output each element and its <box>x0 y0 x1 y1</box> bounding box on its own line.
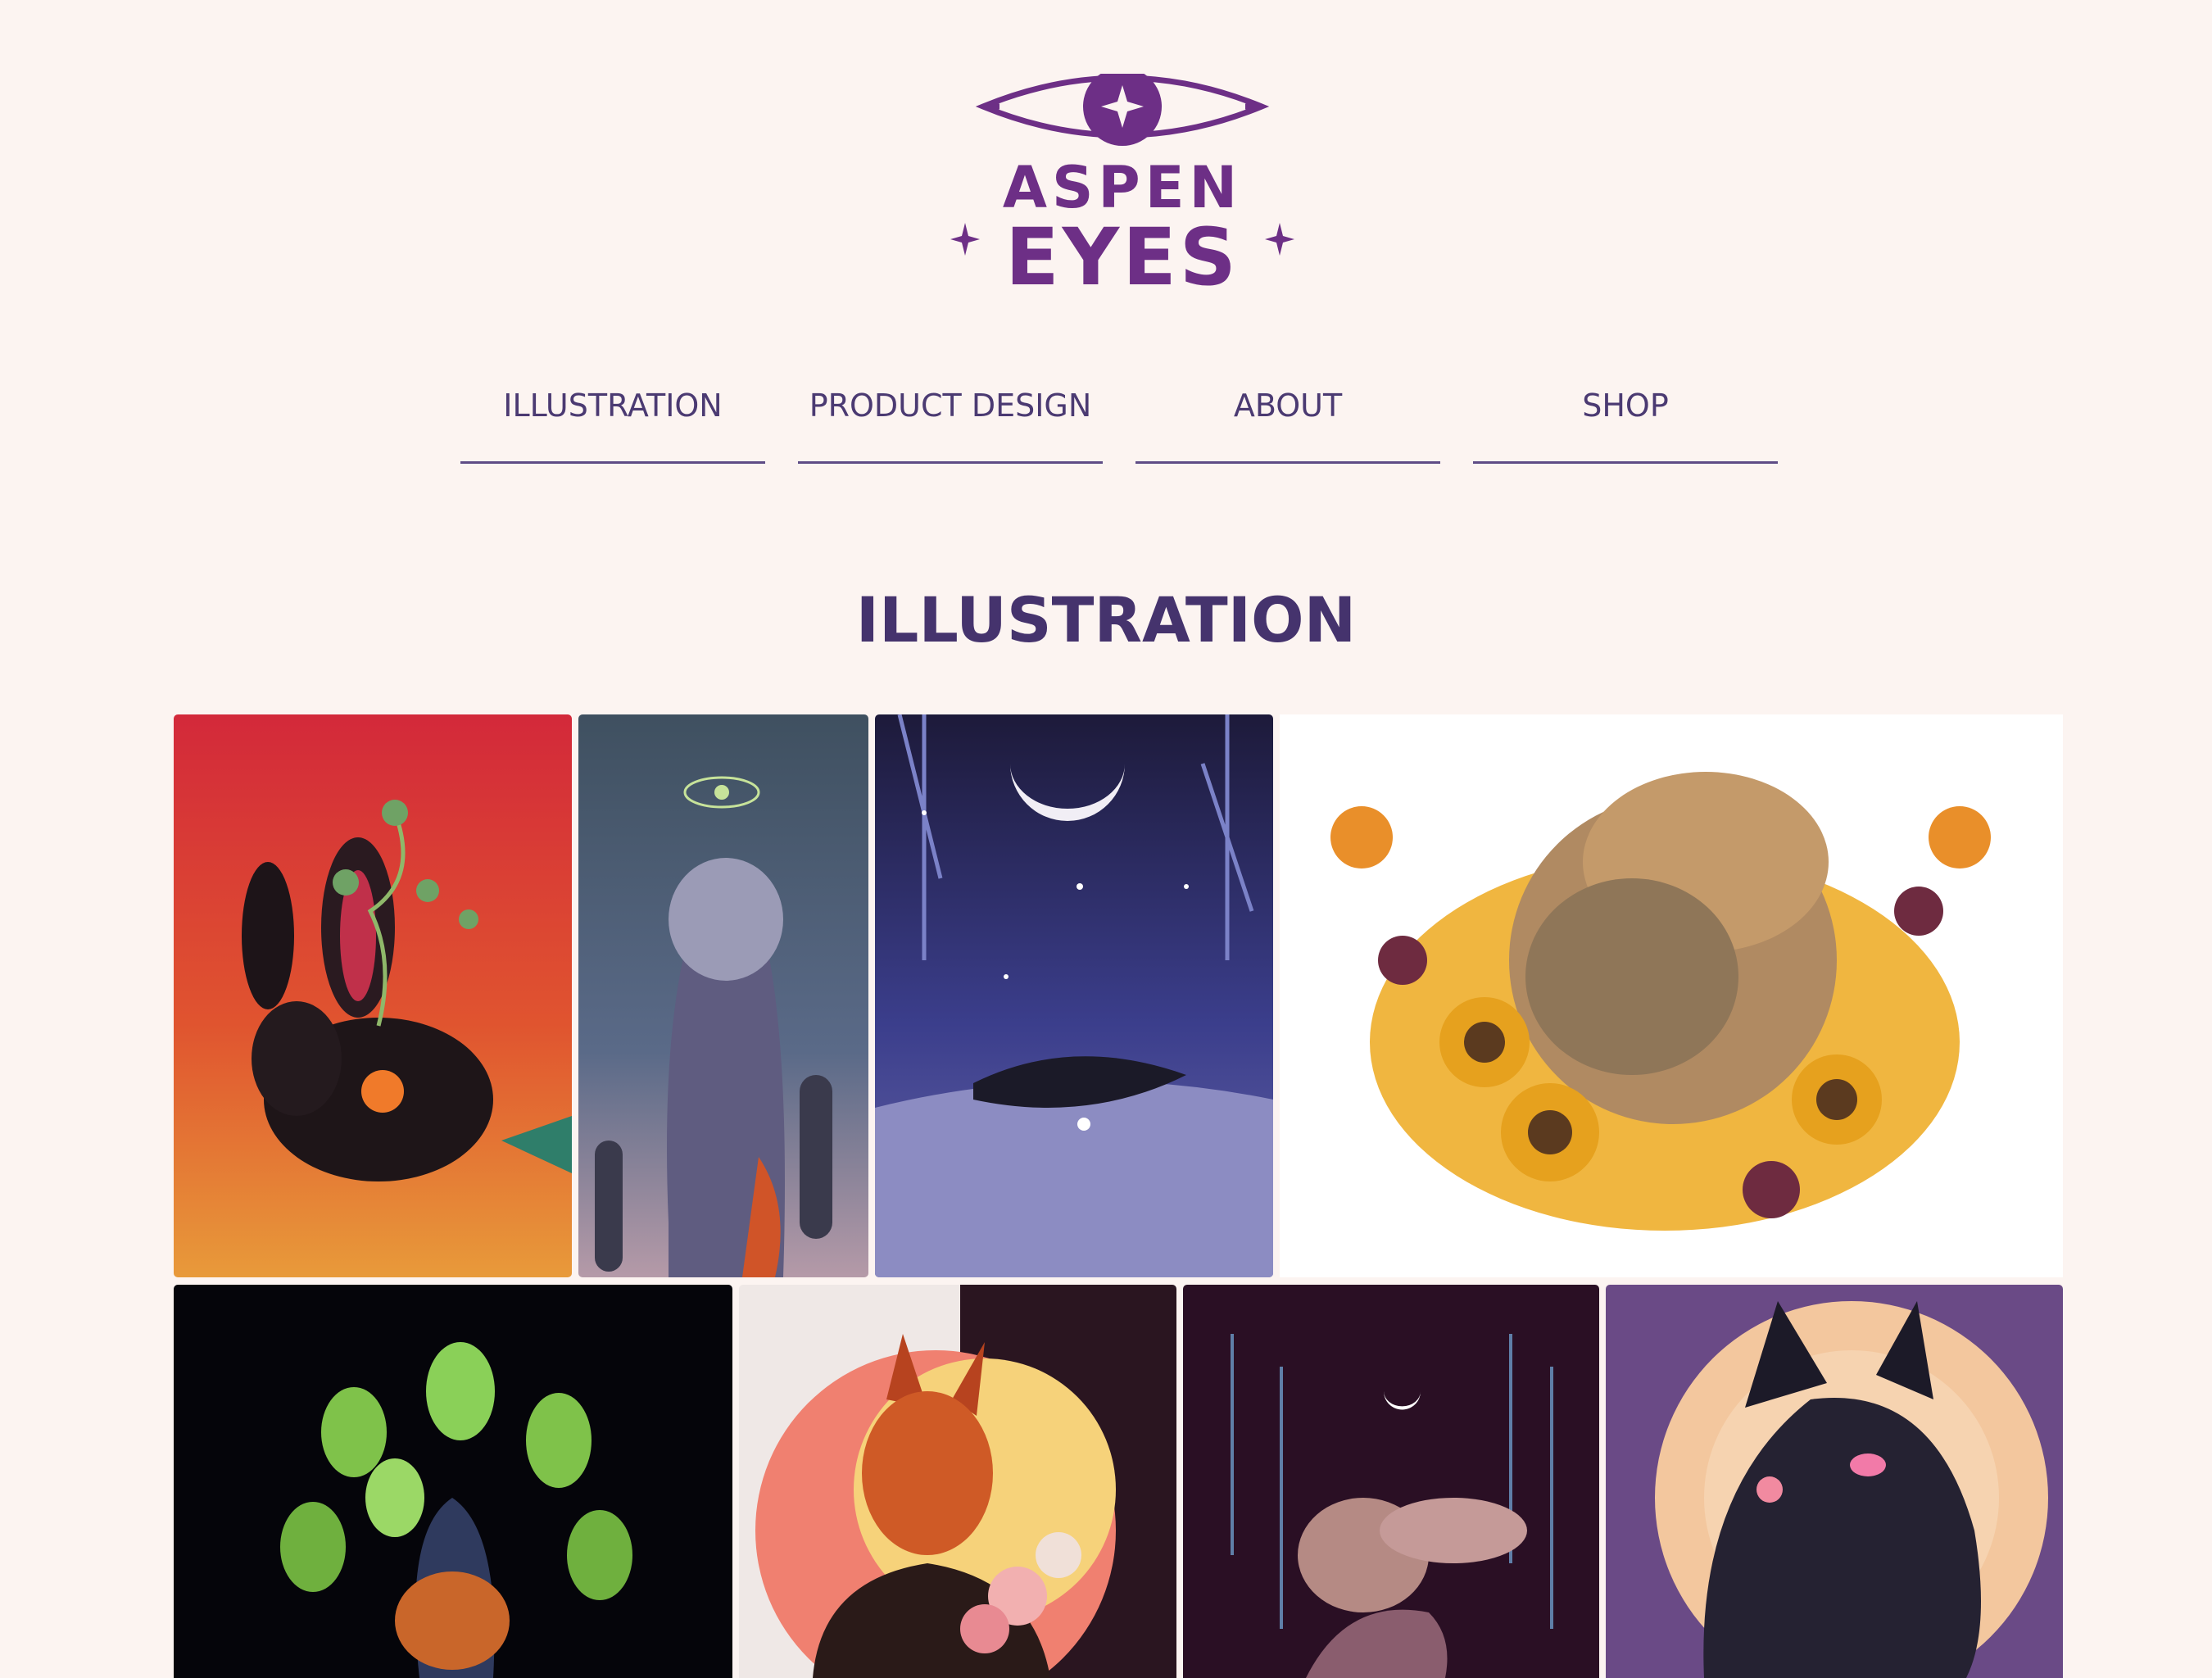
wolf-cactus-artwork <box>578 714 868 1277</box>
jackrabbit-artwork <box>174 714 572 1277</box>
gallery-tile-wolf-cactus[interactable] <box>578 714 868 1277</box>
gallery-tile-cactus-wolf[interactable] <box>174 1285 732 1678</box>
wolves-sunflowers-artwork <box>1280 714 2063 1277</box>
cactus-wolf-artwork <box>174 1285 732 1678</box>
page-title: ILLUSTRATION <box>855 583 1357 656</box>
gallery-tile-black-cat[interactable] <box>1606 1285 2063 1678</box>
black-cat-artwork <box>1606 1285 2063 1678</box>
nav-item-shop[interactable]: SHOP <box>1473 373 1778 464</box>
sleeping-wolf-artwork <box>875 714 1273 1277</box>
fox-flowers-artwork <box>739 1285 1176 1678</box>
brand-name-line2: EYES <box>1005 211 1240 303</box>
gallery-tile-jackalope[interactable] <box>1183 1285 1599 1678</box>
brand-logo[interactable]: ASPEN EYES <box>950 74 1294 303</box>
gallery-tile-sleeping-wolf[interactable] <box>875 714 1273 1277</box>
gallery-tile-jackrabbit[interactable] <box>174 714 572 1277</box>
nav-item-illustration[interactable]: ILLUSTRATION <box>460 373 765 464</box>
gallery-tile-wolves-sunflowers[interactable] <box>1280 714 2063 1277</box>
nav-item-about[interactable]: ABOUT <box>1135 373 1440 464</box>
nav-item-product-design[interactable]: PRODUCT DESIGN <box>798 373 1103 464</box>
jackalope-artwork <box>1183 1285 1599 1678</box>
gallery-tile-fox-flowers[interactable] <box>739 1285 1176 1678</box>
